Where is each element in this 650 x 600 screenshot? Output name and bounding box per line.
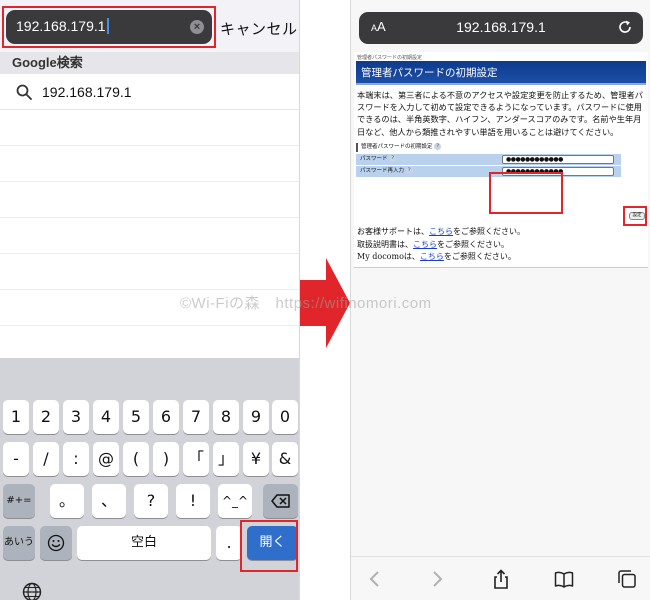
password-label: パスワード (360, 155, 388, 162)
bookmarks-icon[interactable] (554, 569, 574, 589)
key-ampersand[interactable]: & (272, 442, 298, 476)
key-at[interactable]: @ (93, 442, 119, 476)
key-open-paren[interactable]: ( (123, 442, 149, 476)
form-title-text: 管理者パスワードの初期設定 (361, 143, 433, 150)
form-section-title: 管理者パスワードの初期設定 ? (356, 142, 646, 152)
key-exclamation[interactable]: ! (176, 484, 210, 518)
support-link-line: お客様サポートは、こちらをご参照ください。 (357, 227, 525, 236)
key-hyphen[interactable]: - (3, 442, 29, 476)
back-icon[interactable] (365, 569, 385, 589)
key-yen[interactable]: ¥ (243, 442, 269, 476)
empty-suggestion-list (0, 110, 299, 358)
help-icon[interactable]: ? (389, 154, 397, 162)
key-dot[interactable]: . (216, 526, 242, 560)
router-settings-page: 管理者パスワードの初期設定 管理者パスワードの初期設定 本端末は、第三者による不… (354, 52, 648, 268)
manual-link[interactable]: こちら (413, 240, 437, 249)
cancel-button[interactable]: キャンセル (220, 18, 298, 39)
watermark: ©Wi-Fiの森 https://wifinomori.com (180, 295, 432, 312)
key-emoticon[interactable]: ^_^ (218, 484, 252, 518)
key-colon[interactable]: : (63, 442, 89, 476)
manual-link-line: 取扱説明書は、こちらをご参照ください。 (357, 239, 509, 249)
support-links: お客様サポートは、こちらをご参照ください。 取扱説明書は、こちらをご参照ください… (357, 226, 525, 264)
password-confirm-label: パスワード再入力 (360, 167, 405, 174)
reload-icon[interactable] (617, 19, 633, 35)
highlight-password-box (489, 172, 563, 214)
key-emoji[interactable] (40, 526, 72, 560)
password-row: パスワード ? ●●●●●●●●●●●● (356, 153, 621, 165)
backspace-icon (270, 494, 290, 508)
address-bar-url: 192.168.179.1 (456, 19, 546, 35)
suggestion-text: 192.168.179.1 (42, 84, 132, 100)
share-icon[interactable] (491, 569, 511, 589)
key-4[interactable]: 4 (93, 400, 119, 434)
mydocomo-link-line: My docomoは、こちらをご参照ください。 (357, 252, 516, 261)
google-search-header: Google検索 (0, 52, 299, 74)
key-6[interactable]: 6 (153, 400, 179, 434)
help-icon[interactable]: ? (405, 166, 413, 174)
key-5[interactable]: 5 (123, 400, 149, 434)
key-question[interactable]: ? (134, 484, 168, 518)
password-input[interactable]: ●●●●●●●●●●●● (502, 154, 614, 164)
key-comma-jp[interactable]: 、 (92, 484, 126, 518)
globe-icon[interactable] (22, 582, 42, 600)
page-breadcrumb: 管理者パスワードの初期設定 (357, 55, 423, 61)
key-0[interactable]: 0 (272, 400, 298, 434)
help-icon[interactable]: ? (434, 142, 442, 150)
highlight-go-box (240, 520, 298, 572)
key-kana-toggle[interactable]: あいう (3, 526, 35, 560)
key-space[interactable]: 空白 (77, 526, 211, 560)
suggestion-row[interactable]: 192.168.179.1 (0, 74, 299, 110)
key-period-jp[interactable]: 。 (50, 484, 84, 518)
key-close-paren[interactable]: ) (153, 442, 179, 476)
tabs-icon[interactable] (617, 569, 637, 589)
key-9[interactable]: 9 (243, 400, 269, 434)
search-icon (16, 84, 32, 100)
forward-icon[interactable] (427, 569, 447, 589)
key-slash[interactable]: / (33, 442, 59, 476)
key-symbols-toggle[interactable]: #+= (3, 484, 35, 518)
emoji-icon (47, 534, 65, 552)
key-open-bracket[interactable]: 「 (183, 442, 209, 476)
key-7[interactable]: 7 (183, 400, 209, 434)
key-2[interactable]: 2 (33, 400, 59, 434)
safari-toolbar (351, 556, 650, 600)
key-backspace[interactable] (263, 484, 298, 518)
key-8[interactable]: 8 (213, 400, 239, 434)
key-3[interactable]: 3 (63, 400, 89, 434)
highlight-set-button-box (623, 206, 647, 226)
address-bar[interactable]: AAAA 192.168.179.1 (359, 12, 643, 44)
highlight-url-box (2, 6, 216, 48)
key-close-bracket[interactable]: 」 (213, 442, 239, 476)
key-1[interactable]: 1 (3, 400, 29, 434)
mydocomo-link[interactable]: こちら (420, 252, 444, 261)
support-link[interactable]: こちら (429, 227, 453, 236)
page-title: 管理者パスワードの初期設定 (356, 61, 646, 85)
page-description: 本端末は、第三者による不意のアクセスや設定変更を防止するため、管理者パスワードを… (357, 90, 643, 137)
